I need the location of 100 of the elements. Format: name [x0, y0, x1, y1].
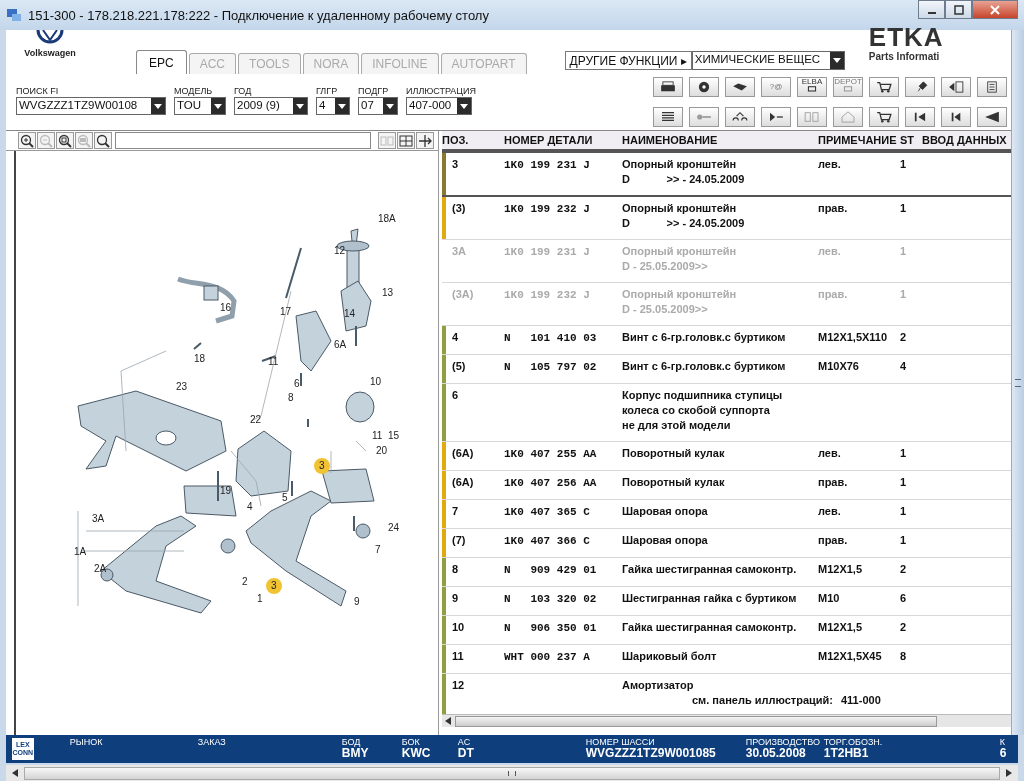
callout-label[interactable]: 1	[255, 593, 265, 605]
callout-label[interactable]: 19	[218, 485, 234, 497]
column-header[interactable]: ST	[900, 134, 922, 146]
table-row[interactable]: 4 N 101 410 03 Винт с 6-гр.головк.с буртиком M12X1,5X110 2	[442, 326, 1011, 355]
callout-label[interactable]: 22	[248, 414, 264, 426]
callout-label[interactable]: 13	[380, 287, 396, 299]
callout-label[interactable]: 11	[370, 430, 385, 442]
column-header[interactable]: НАИМЕНОВАНИЕ	[622, 134, 818, 146]
column-header[interactable]: ПОЗ.	[442, 134, 504, 146]
callout-label[interactable]: 11	[266, 356, 281, 368]
table-row[interactable]: 6 Корпус подшипника ступицы колеса со скобой суппорта не для этой модели	[442, 384, 1011, 442]
tab[interactable]: EPC	[136, 50, 187, 74]
callout-label[interactable]: 14	[342, 308, 358, 320]
table-row[interactable]: (6A) 1K0 407 255 AA Поворотный кулак лев. 1	[442, 442, 1011, 471]
part-number-cell: N 103 320 02	[504, 593, 597, 605]
toolbar-button[interactable]	[977, 106, 1007, 127]
filter-dropdown[interactable]: TOU	[174, 97, 226, 115]
callout-label[interactable]: 20	[374, 445, 390, 457]
toolbar-button[interactable]	[653, 77, 683, 97]
toolbar-button[interactable]	[653, 106, 683, 127]
printer-icon	[659, 81, 677, 93]
callout-label[interactable]: 6A	[332, 339, 349, 351]
toolbar-button[interactable]	[941, 77, 971, 97]
toolbar-button[interactable]	[725, 77, 755, 97]
toolbar-button[interactable]	[905, 77, 935, 97]
callout-label[interactable]: 2	[240, 576, 250, 588]
column-header[interactable]: ВВОД ДАННЫХ	[922, 134, 1011, 146]
callout-label[interactable]: 9	[352, 596, 362, 608]
reference-link[interactable]: 411-000	[841, 693, 881, 708]
other-functions-button[interactable]: ДРУГИЕ ФУНКЦИИ ▸	[564, 51, 692, 70]
view-button[interactable]	[416, 132, 434, 149]
bottom-scrollbar[interactable]	[6, 765, 1018, 781]
table-row[interactable]: (3) 1K0 199 232 J Опорный кронштейн D >> - 24.05.2009 прав. 1	[442, 197, 1011, 240]
zoom-button[interactable]	[18, 132, 36, 149]
back-icon	[983, 110, 1001, 123]
filter-dropdown[interactable]: WVGZZZ1TZ9W00108	[16, 97, 166, 115]
maximize-button[interactable]	[945, 0, 972, 19]
table-row[interactable]: (6A) 1K0 407 256 AA Поворотный кулак прав. 1	[442, 471, 1011, 500]
functions-dropdown[interactable]: ХИМИЧЕСКИЕ ВЕЩЕС	[691, 51, 845, 70]
toolbar-button[interactable]: ELBA	[797, 77, 827, 97]
table-row[interactable]: (5) N 105 797 02 Винт с 6-гр.головк.с буртиком M10X76 4	[442, 355, 1011, 384]
callout-label[interactable]: 18	[192, 353, 208, 365]
callout-label[interactable]: 3A	[90, 513, 107, 525]
callout-label[interactable]: 2A	[92, 563, 109, 575]
scroll-left-icon[interactable]	[445, 717, 451, 725]
caret-icon	[154, 103, 162, 109]
status-label: БОД	[341, 737, 362, 747]
horizontal-scrollbar[interactable]	[442, 714, 1011, 727]
toolbar-button[interactable]	[689, 77, 719, 97]
view-button[interactable]	[397, 132, 415, 149]
toolbar-button[interactable]	[905, 106, 935, 127]
callout-label[interactable]: 3	[266, 578, 282, 594]
search-field[interactable]	[115, 132, 371, 149]
callout-label[interactable]: 5	[280, 492, 290, 504]
filter-dropdown[interactable]: 2009 (9)	[234, 97, 308, 115]
status-value: 6	[999, 747, 1008, 760]
filter-dropdown[interactable]: 07	[358, 97, 398, 115]
table-row[interactable]: 11 WHT 000 237 A Шариковый болт M12X1,5X45 8	[442, 645, 1011, 674]
callout-label[interactable]: 16	[218, 302, 234, 314]
toolbar-button[interactable]	[869, 106, 899, 127]
filter-dropdown[interactable]: 4	[316, 97, 350, 115]
table-row[interactable]: 8 N 909 429 01 Гайка шестигранная самоконтр. M12X1,5 2	[442, 558, 1011, 587]
callout-label[interactable]: 3	[314, 458, 330, 474]
zoom-button[interactable]	[56, 132, 74, 149]
position-cell: (6A)	[452, 476, 474, 488]
column-header[interactable]: ПРИМЕЧАНИЕ	[818, 134, 900, 146]
table-row[interactable]: 7 1K0 407 365 C Шаровая опора лев. 1	[442, 500, 1011, 529]
callout-label[interactable]: 7	[373, 544, 383, 556]
callout-label[interactable]: 17	[278, 306, 294, 318]
split-icon	[380, 133, 394, 148]
table-row[interactable]: 10 N 906 350 01 Гайка шестигранная самоконтр. M12X1,5 2	[442, 616, 1011, 645]
callout-label[interactable]: 18A	[376, 213, 398, 225]
filter-dropdown[interactable]: 407-000	[406, 97, 472, 115]
table-row[interactable]: (7) 1K0 407 366 C Шаровая опора прав. 1	[442, 529, 1011, 558]
toolbar-button[interactable]	[941, 106, 971, 127]
column-header[interactable]: НОМЕР ДЕТАЛИ	[504, 134, 622, 146]
callout-label[interactable]: 10	[368, 376, 384, 388]
callout-label[interactable]: 1A	[72, 546, 89, 558]
close-button[interactable]	[972, 0, 1018, 19]
scroll-left-icon[interactable]	[12, 769, 18, 777]
minimize-button[interactable]	[918, 0, 945, 19]
note-cell: лев.	[818, 245, 841, 257]
toolbar-button[interactable]	[725, 106, 755, 127]
callout-label[interactable]: 4	[245, 501, 255, 513]
table-row[interactable]: 3 1K0 199 231 J Опорный кронштейн D >> - 24.05.2009 лев. 1	[442, 151, 1011, 197]
callout-label[interactable]: 24	[386, 522, 402, 534]
callout-label[interactable]: 6	[292, 378, 302, 390]
callout-label[interactable]: 12	[332, 245, 348, 257]
callout-label[interactable]: 8	[286, 392, 296, 404]
vertical-scrollbar[interactable]	[1011, 30, 1024, 735]
toolbar-button[interactable]	[977, 77, 1007, 97]
table-row[interactable]: 9 N 103 320 02 Шестигранная гайка с буртиком M10 6	[442, 587, 1011, 616]
toolbar-button[interactable]	[761, 106, 791, 127]
filter-label: ИЛЛЮСТРАЦИЯ	[406, 86, 476, 97]
toolbar-button[interactable]	[869, 77, 899, 97]
scroll-right-icon[interactable]	[1006, 769, 1012, 777]
callout-label[interactable]: 23	[174, 381, 190, 393]
search-button[interactable]	[94, 132, 112, 149]
callout-label[interactable]: 15	[386, 430, 402, 442]
scale-icon	[731, 110, 749, 123]
